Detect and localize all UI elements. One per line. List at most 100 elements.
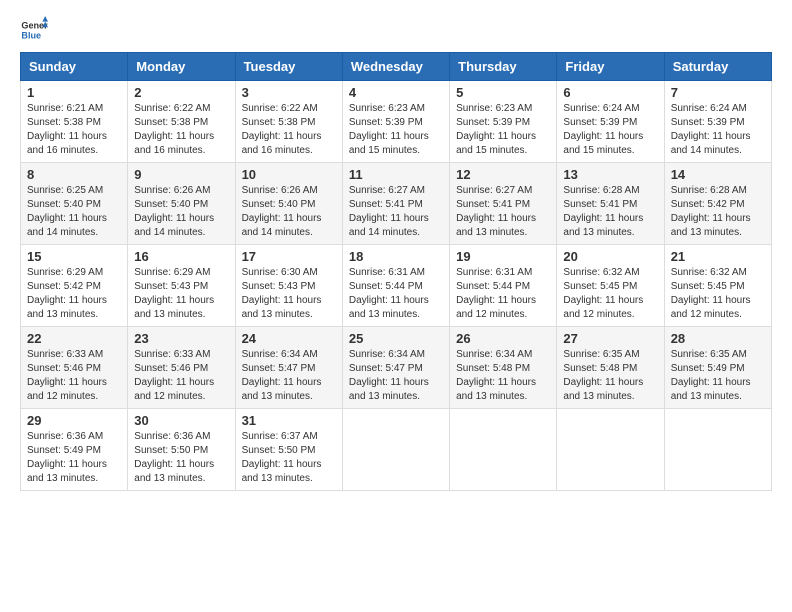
day-number: 7 [671, 85, 765, 100]
table-row: 21 Sunrise: 6:32 AMSunset: 5:45 PMDayligh… [664, 245, 771, 327]
weekday-header-row: Sunday Monday Tuesday Wednesday Thursday… [21, 53, 772, 81]
day-info: Sunrise: 6:34 AMSunset: 5:48 PMDaylight:… [456, 349, 536, 402]
table-row: 24 Sunrise: 6:34 AMSunset: 5:47 PMDayligh… [235, 327, 342, 409]
day-number: 21 [671, 249, 765, 264]
calendar-week-row: 15 Sunrise: 6:29 AMSunset: 5:42 PMDayligh… [21, 245, 772, 327]
day-number: 28 [671, 331, 765, 346]
day-info: Sunrise: 6:37 AMSunset: 5:50 PMDaylight:… [242, 431, 322, 484]
day-number: 12 [456, 167, 550, 182]
day-number: 26 [456, 331, 550, 346]
day-number: 20 [563, 249, 657, 264]
table-row: 22 Sunrise: 6:33 AMSunset: 5:46 PMDayligh… [21, 327, 128, 409]
table-row: 14 Sunrise: 6:28 AMSunset: 5:42 PMDayligh… [664, 163, 771, 245]
day-info: Sunrise: 6:25 AMSunset: 5:40 PMDaylight:… [27, 185, 107, 238]
table-row: 16 Sunrise: 6:29 AMSunset: 5:43 PMDayligh… [128, 245, 235, 327]
day-number: 27 [563, 331, 657, 346]
calendar-week-row: 8Sunrise: 6:25 AMSunset: 5:40 PMDaylight… [21, 163, 772, 245]
day-info: Sunrise: 6:32 AMSunset: 5:45 PMDaylight:… [563, 267, 643, 320]
svg-text:Blue: Blue [21, 30, 41, 40]
table-row: 6 Sunrise: 6:24 AMSunset: 5:39 PMDaylight… [557, 81, 664, 163]
calendar-week-row: 1 Sunrise: 6:21 AMSunset: 5:38 PMDaylight… [21, 81, 772, 163]
day-info: Sunrise: 6:24 AMSunset: 5:39 PMDaylight:… [671, 103, 751, 156]
day-info: Sunrise: 6:31 AMSunset: 5:44 PMDaylight:… [456, 267, 536, 320]
day-info: Sunrise: 6:24 AMSunset: 5:39 PMDaylight:… [563, 103, 643, 156]
col-sunday: Sunday [21, 53, 128, 81]
table-row [557, 409, 664, 491]
col-monday: Monday [128, 53, 235, 81]
table-row: 18 Sunrise: 6:31 AMSunset: 5:44 PMDayligh… [342, 245, 449, 327]
day-info: Sunrise: 6:26 AMSunset: 5:40 PMDaylight:… [242, 185, 322, 238]
day-number: 14 [671, 167, 765, 182]
table-row: 1 Sunrise: 6:21 AMSunset: 5:38 PMDaylight… [21, 81, 128, 163]
logo: General Blue [20, 16, 48, 44]
day-info: Sunrise: 6:22 AMSunset: 5:38 PMDaylight:… [134, 103, 214, 156]
page-header: General Blue [20, 16, 772, 44]
table-row: 13 Sunrise: 6:28 AMSunset: 5:41 PMDayligh… [557, 163, 664, 245]
table-row: 9 Sunrise: 6:26 AMSunset: 5:40 PMDaylight… [128, 163, 235, 245]
table-row: 15 Sunrise: 6:29 AMSunset: 5:42 PMDayligh… [21, 245, 128, 327]
table-row: 30 Sunrise: 6:36 AMSunset: 5:50 PMDayligh… [128, 409, 235, 491]
day-number: 1 [27, 85, 121, 100]
table-row: 17 Sunrise: 6:30 AMSunset: 5:43 PMDayligh… [235, 245, 342, 327]
day-number: 18 [349, 249, 443, 264]
day-info: Sunrise: 6:29 AMSunset: 5:42 PMDaylight:… [27, 267, 107, 320]
day-number: 16 [134, 249, 228, 264]
day-number: 15 [27, 249, 121, 264]
day-number: 2 [134, 85, 228, 100]
table-row: 2 Sunrise: 6:22 AMSunset: 5:38 PMDaylight… [128, 81, 235, 163]
day-info: Sunrise: 6:26 AMSunset: 5:40 PMDaylight:… [134, 185, 214, 238]
day-info: Sunrise: 6:32 AMSunset: 5:45 PMDaylight:… [671, 267, 751, 320]
table-row: 4Sunrise: 6:23 AMSunset: 5:39 PMDaylight… [342, 81, 449, 163]
day-info: Sunrise: 6:35 AMSunset: 5:49 PMDaylight:… [671, 349, 751, 402]
day-info: Sunrise: 6:27 AMSunset: 5:41 PMDaylight:… [456, 185, 536, 238]
day-info: Sunrise: 6:34 AMSunset: 5:47 PMDaylight:… [349, 349, 429, 402]
day-number: 29 [27, 413, 121, 428]
day-number: 30 [134, 413, 228, 428]
day-number: 24 [242, 331, 336, 346]
table-row: 3Sunrise: 6:22 AMSunset: 5:38 PMDaylight… [235, 81, 342, 163]
day-info: Sunrise: 6:33 AMSunset: 5:46 PMDaylight:… [134, 349, 214, 402]
day-info: Sunrise: 6:29 AMSunset: 5:43 PMDaylight:… [134, 267, 214, 320]
day-number: 17 [242, 249, 336, 264]
day-info: Sunrise: 6:36 AMSunset: 5:50 PMDaylight:… [134, 431, 214, 484]
day-info: Sunrise: 6:33 AMSunset: 5:46 PMDaylight:… [27, 349, 107, 402]
day-number: 10 [242, 167, 336, 182]
day-info: Sunrise: 6:28 AMSunset: 5:42 PMDaylight:… [671, 185, 751, 238]
col-wednesday: Wednesday [342, 53, 449, 81]
day-info: Sunrise: 6:23 AMSunset: 5:39 PMDaylight:… [349, 103, 429, 156]
day-info: Sunrise: 6:28 AMSunset: 5:41 PMDaylight:… [563, 185, 643, 238]
table-row [342, 409, 449, 491]
day-info: Sunrise: 6:31 AMSunset: 5:44 PMDaylight:… [349, 267, 429, 320]
table-row: 23Sunrise: 6:33 AMSunset: 5:46 PMDayligh… [128, 327, 235, 409]
table-row: 19Sunrise: 6:31 AMSunset: 5:44 PMDayligh… [450, 245, 557, 327]
table-row [450, 409, 557, 491]
day-info: Sunrise: 6:23 AMSunset: 5:39 PMDaylight:… [456, 103, 536, 156]
table-row: 11 Sunrise: 6:27 AMSunset: 5:41 PMDayligh… [342, 163, 449, 245]
day-number: 11 [349, 167, 443, 182]
day-number: 22 [27, 331, 121, 346]
day-info: Sunrise: 6:21 AMSunset: 5:38 PMDaylight:… [27, 103, 107, 156]
day-info: Sunrise: 6:27 AMSunset: 5:41 PMDaylight:… [349, 185, 429, 238]
day-number: 13 [563, 167, 657, 182]
col-tuesday: Tuesday [235, 53, 342, 81]
day-info: Sunrise: 6:30 AMSunset: 5:43 PMDaylight:… [242, 267, 322, 320]
day-info: Sunrise: 6:34 AMSunset: 5:47 PMDaylight:… [242, 349, 322, 402]
table-row: 7 Sunrise: 6:24 AMSunset: 5:39 PMDaylight… [664, 81, 771, 163]
table-row: 27 Sunrise: 6:35 AMSunset: 5:48 PMDayligh… [557, 327, 664, 409]
col-friday: Friday [557, 53, 664, 81]
table-row: 5 Sunrise: 6:23 AMSunset: 5:39 PMDaylight… [450, 81, 557, 163]
table-row: 10 Sunrise: 6:26 AMSunset: 5:40 PMDayligh… [235, 163, 342, 245]
col-saturday: Saturday [664, 53, 771, 81]
day-number: 5 [456, 85, 550, 100]
day-number: 3 [242, 85, 336, 100]
day-number: 9 [134, 167, 228, 182]
day-number: 25 [349, 331, 443, 346]
calendar-week-row: 22 Sunrise: 6:33 AMSunset: 5:46 PMDayligh… [21, 327, 772, 409]
table-row: 20 Sunrise: 6:32 AMSunset: 5:45 PMDayligh… [557, 245, 664, 327]
day-info: Sunrise: 6:35 AMSunset: 5:48 PMDaylight:… [563, 349, 643, 402]
table-row: 31 Sunrise: 6:37 AMSunset: 5:50 PMDayligh… [235, 409, 342, 491]
day-number: 6 [563, 85, 657, 100]
day-info: Sunrise: 6:36 AMSunset: 5:49 PMDaylight:… [27, 431, 107, 484]
table-row: 26 Sunrise: 6:34 AMSunset: 5:48 PMDayligh… [450, 327, 557, 409]
day-number: 31 [242, 413, 336, 428]
